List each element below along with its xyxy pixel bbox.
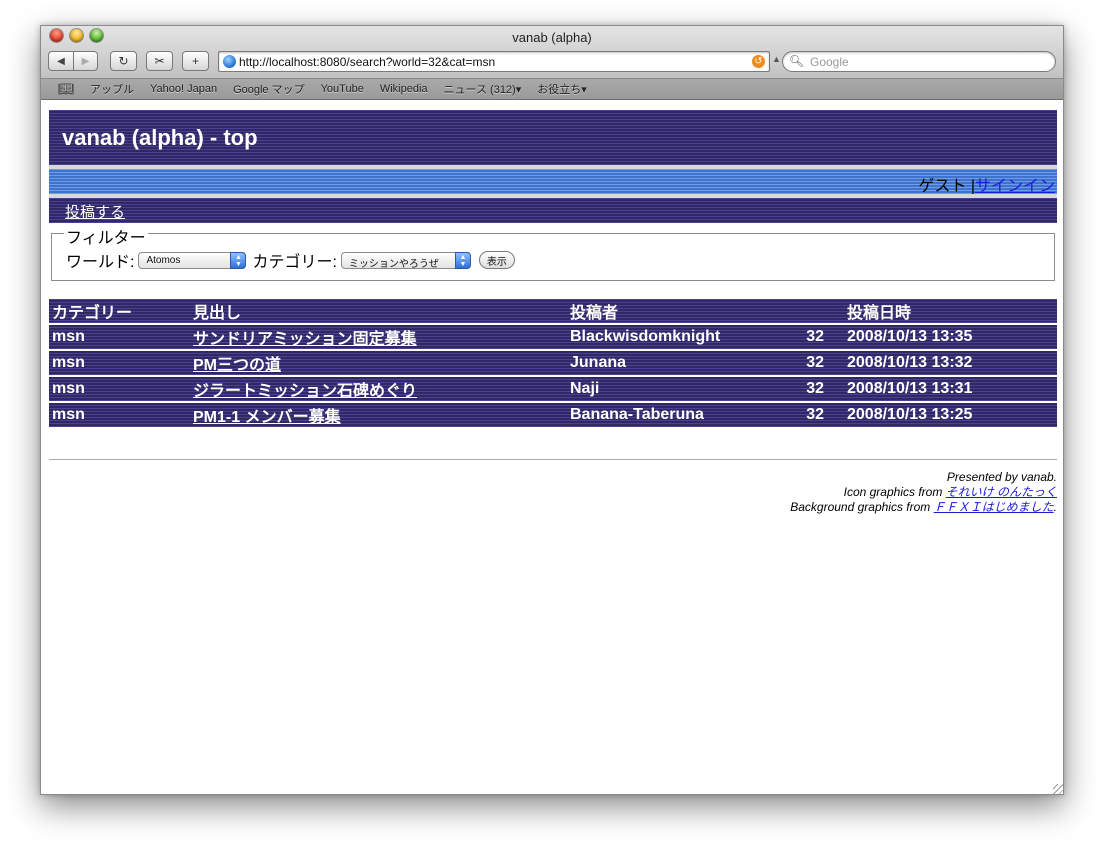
row-count: 32 [806,380,824,397]
category-label: カテゴリー: [252,254,337,271]
row-title-cell: PM1-1 メンバー募集 [190,402,567,428]
page-content: vanab (alpha) - top ゲスト |サインイン 投稿する フィルタ… [41,100,1063,794]
web-clip-button[interactable]: ✂ [146,51,173,71]
row-title-cell: PM三つの道 [190,350,567,376]
bg-credit: Background graphics from ＦＦＸＩはじめました. [790,500,1057,515]
table-row: msn PM1-1 メンバー募集 Banana-Taberuna 32 2008… [49,402,1057,428]
row-title-cell: サンドリアミッション固定募集 [190,324,567,350]
bookmark-item[interactable]: ニュース (312)▾ [444,81,522,97]
row-date: 2008/10/13 13:35 [847,328,973,345]
resize-grip[interactable] [1053,784,1063,794]
column-header-author: 投稿者 [570,305,619,322]
bg-credit-link[interactable]: ＦＦＸＩはじめました [934,500,1054,514]
bookmark-item[interactable]: Google マップ [233,81,305,97]
signin-link[interactable]: サインイン [975,178,1055,195]
back-button[interactable]: ◀ [48,51,73,71]
book-icon[interactable]: 📖︎ [58,81,75,97]
address-bar[interactable]: http://localhost:8080/search?world=32&ca… [218,51,770,72]
back-forward-buttons: ◀ ▶ [48,51,98,71]
select-arrows-icon: ▲ ▼ [230,251,247,269]
show-button[interactable]: 表示 [478,251,515,269]
bookmark-item[interactable]: YouTube [321,83,364,95]
site-header: vanab (alpha) - top [49,110,1057,165]
row-date: 2008/10/13 13:31 [847,380,973,397]
row-count: 32 [806,354,824,371]
bookmark-item[interactable]: アップル [90,81,134,97]
row-author: Banana-Taberuna [570,406,704,423]
user-status: ゲスト |サインイン [918,172,1055,196]
chevron-up-icon: ▲ [772,54,781,64]
reload-button[interactable]: ↻ [110,51,137,71]
row-title-link[interactable]: PM三つの道 [193,357,281,374]
posts-table: カテゴリー 見出し 投稿者 投稿日時 msn サンドリアミッション固定募集 Bl… [49,299,1057,429]
filter-fieldset: フィルター ワールド: Atomos ▲ ▼ カテゴリー: ミッションやろうぜ ▲… [51,224,1055,281]
row-title-link[interactable]: サンドリアミッション固定募集 [193,331,417,348]
window-title: vanab (alpha) [512,30,592,45]
column-header-count [783,299,844,324]
title-bar: vanab (alpha) [41,26,1063,48]
forward-button[interactable]: ▶ [73,51,98,71]
icon-credit: Icon graphics from それいけ のんたっく [790,485,1057,500]
browser-chrome: vanab (alpha) ◀ ▶ ↻ ✂ + http://localhost… [41,26,1063,100]
column-header-title: 見出し [193,305,242,322]
column-header-date: 投稿日時 [847,305,912,322]
browser-window: vanab (alpha) ◀ ▶ ↻ ✂ + http://localhost… [40,25,1064,795]
row-date: 2008/10/13 13:32 [847,354,973,371]
footer-divider [49,459,1057,460]
bookmark-item[interactable]: お役立ち▾ [537,81,587,97]
world-label: ワールド: [66,254,135,271]
table-row: msn サンドリアミッション固定募集 Blackwisdomknight 32 … [49,324,1057,350]
rss-reload-icon[interactable]: ↺ [752,55,765,68]
table-row: msn ジラートミッション石碑めぐり Naji 32 2008/10/13 13… [49,376,1057,402]
row-category: msn [52,380,85,397]
category-select-value: ミッションやろうぜ [348,258,439,270]
add-bookmark-button[interactable]: + [182,51,209,71]
row-date: 2008/10/13 13:25 [847,406,973,423]
bg-credit-suffix: . [1053,500,1057,514]
world-select-value: Atomos [146,254,181,266]
bookmark-item[interactable]: Wikipedia [380,83,428,95]
icon-credit-label: Icon graphics from [843,485,946,499]
row-title-link[interactable]: PM1-1 メンバー募集 [193,409,341,426]
row-category: msn [52,354,85,371]
row-category: msn [52,328,85,345]
search-input[interactable]: 🔍︎ Google [782,51,1056,72]
post-bar: 投稿する [49,198,1057,223]
select-arrows-icon: ▲ ▼ [454,251,471,269]
table-row: msn PM三つの道 Junana 32 2008/10/13 13:32 [49,350,1057,376]
filter-row: ワールド: Atomos ▲ ▼ カテゴリー: ミッションやろうぜ ▲ ▼ 表示 [66,248,515,272]
search-icon: 🔍︎ [789,54,805,68]
row-count: 32 [806,406,824,423]
footer-credits: Presented by vanab. Icon graphics from そ… [790,470,1057,515]
bookmarks-bar: 📖︎ アップル Yahoo! Japan Google マップ YouTube … [41,78,1063,99]
globe-icon [223,55,236,68]
table-header-row: カテゴリー 見出し 投稿者 投稿日時 [49,299,1057,324]
guest-label: ゲスト | [918,178,975,195]
row-title-link[interactable]: ジラートミッション石碑めぐり [193,383,417,400]
row-count: 32 [806,328,824,345]
search-placeholder: Google [810,55,849,69]
filter-legend: フィルター [64,224,148,248]
row-author: Naji [570,380,600,397]
row-title-cell: ジラートミッション石碑めぐり [190,376,567,402]
column-header-category: カテゴリー [52,305,133,322]
page-title: vanab (alpha) - top [62,125,258,150]
address-text: http://localhost:8080/search?world=32&ca… [239,55,496,69]
category-select[interactable]: ミッションやろうぜ ▲ ▼ [340,251,471,270]
bookmark-item[interactable]: Yahoo! Japan [150,83,217,95]
world-select[interactable]: Atomos ▲ ▼ [138,251,247,269]
user-bar: ゲスト |サインイン [49,169,1057,196]
row-author: Blackwisdomknight [570,328,721,345]
bg-credit-label: Background graphics from [790,500,934,514]
icon-credit-link[interactable]: それいけ のんたっく [946,485,1057,499]
post-link[interactable]: 投稿する [65,201,125,222]
presented-by: Presented by vanab. [946,470,1057,484]
row-author: Junana [570,354,627,371]
row-category: msn [52,406,85,423]
